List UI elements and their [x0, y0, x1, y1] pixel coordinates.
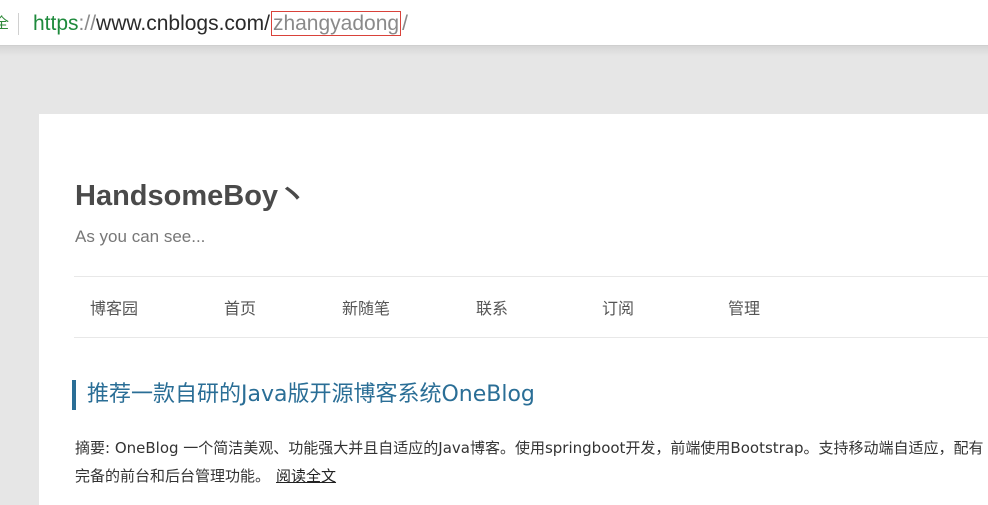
address-bar[interactable]: 全 https://www.cnblogs.com/zhangyadong / — [0, 0, 988, 46]
nav-item-contact[interactable]: 联系 — [476, 299, 508, 319]
url-trailing-slash: / — [402, 12, 408, 35]
blog-title[interactable]: HandsomeBoy丶 — [75, 178, 307, 214]
url-field[interactable]: https://www.cnblogs.com/zhangyadong / — [33, 10, 408, 38]
post-title-accent-bar — [72, 380, 76, 410]
blog-subtitle: As you can see... — [75, 227, 206, 246]
nav-item-home[interactable]: 首页 — [224, 299, 256, 319]
address-bar-divider — [18, 13, 19, 35]
post-summary-text: 摘要: OneBlog 一个简洁美观、功能强大并且自适应的Java博客。使用sp… — [75, 439, 984, 485]
nav-item-new-post[interactable]: 新随笔 — [342, 299, 390, 319]
nav-item-manage[interactable]: 管理 — [728, 299, 760, 319]
nav-item-cnblogs[interactable]: 博客园 — [90, 299, 138, 319]
read-more-link[interactable]: 阅读全文 — [276, 467, 336, 485]
url-scheme: https — [33, 12, 79, 35]
url-host: www.cnblogs.com/ — [96, 12, 270, 35]
nav-item-subscribe[interactable]: 订阅 — [602, 299, 634, 319]
url-path-highlight: zhangyadong — [270, 11, 402, 36]
post-title-link[interactable]: 推荐一款自研的Java版开源博客系统OneBlog — [87, 380, 535, 410]
url-separator: :// — [78, 12, 97, 35]
blog-page: HandsomeBoy丶 As you can see... 博客园 首页 新随… — [39, 114, 988, 505]
security-indicator-icon[interactable]: 全 — [0, 14, 9, 32]
toolbar-shadow — [0, 46, 988, 56]
post-summary: 摘要: OneBlog 一个简洁美观、功能强大并且自适应的Java博客。使用sp… — [75, 434, 985, 490]
main-nav: 博客园 首页 新随笔 联系 订阅 管理 — [74, 276, 988, 338]
